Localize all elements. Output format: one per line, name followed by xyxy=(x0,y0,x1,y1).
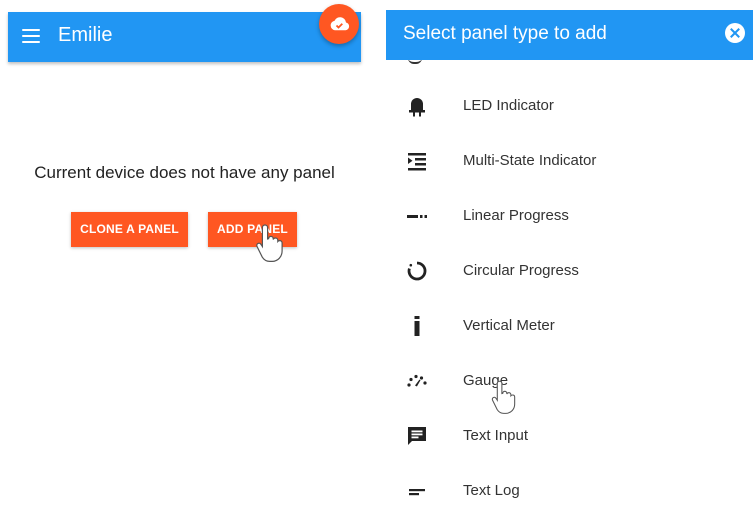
app-bar: Emilie xyxy=(8,12,361,62)
gauge-icon xyxy=(407,374,427,387)
device-title: Emilie xyxy=(58,24,113,46)
vertical-meter-icon xyxy=(414,316,420,336)
pointer-hand-icon xyxy=(256,224,283,262)
device-screen: Emilie Current device does not have any … xyxy=(8,0,361,511)
panel-type-label: Text Log xyxy=(463,482,520,499)
empty-state-message: Current device does not have any panel xyxy=(34,163,335,182)
text-log-icon xyxy=(409,489,425,496)
panel-type-vertical-meter[interactable]: Vertical Meter xyxy=(386,300,753,355)
text-input-icon xyxy=(408,427,426,445)
panel-type-gauge[interactable]: Gauge xyxy=(386,355,753,410)
panel-type-multi-state-indicator[interactable]: Multi-State Indicator xyxy=(386,135,753,190)
circular-progress-icon xyxy=(407,261,427,281)
panel-type-text-input[interactable]: Text Input xyxy=(386,410,753,465)
multi-state-icon xyxy=(408,153,426,171)
clone-panel-button[interactable]: CLONE A PANEL xyxy=(71,212,188,247)
panel-type-label: Circular Progress xyxy=(463,262,579,279)
panel-type-text-log[interactable]: Text Log xyxy=(386,465,753,511)
panel-type-label: LED Indicator xyxy=(463,97,554,114)
menu-icon[interactable] xyxy=(22,29,40,43)
dialog-title: Select panel type to add xyxy=(403,23,607,44)
panel-type-label: Multi-State Indicator xyxy=(463,152,597,169)
linear-progress-icon xyxy=(407,215,427,218)
cloud-sync-button[interactable] xyxy=(319,4,359,44)
led-icon xyxy=(409,98,425,117)
panel-type-label: Vertical Meter xyxy=(463,317,555,334)
cloud-check-icon xyxy=(330,17,350,31)
dialog-header: Select panel type to add xyxy=(386,10,753,60)
panel-type-circular-progress[interactable]: Circular Progress xyxy=(386,245,753,300)
panel-type-linear-progress[interactable]: Linear Progress xyxy=(386,190,753,245)
pointer-hand-icon xyxy=(491,380,516,414)
panel-type-label: Linear Progress xyxy=(463,207,569,224)
panel-type-dialog: Select panel type to add LED Indicator M… xyxy=(386,0,753,511)
panel-type-label: Text Input xyxy=(463,427,529,444)
panel-type-led-indicator[interactable]: LED Indicator xyxy=(386,80,753,135)
close-icon[interactable] xyxy=(725,23,745,43)
